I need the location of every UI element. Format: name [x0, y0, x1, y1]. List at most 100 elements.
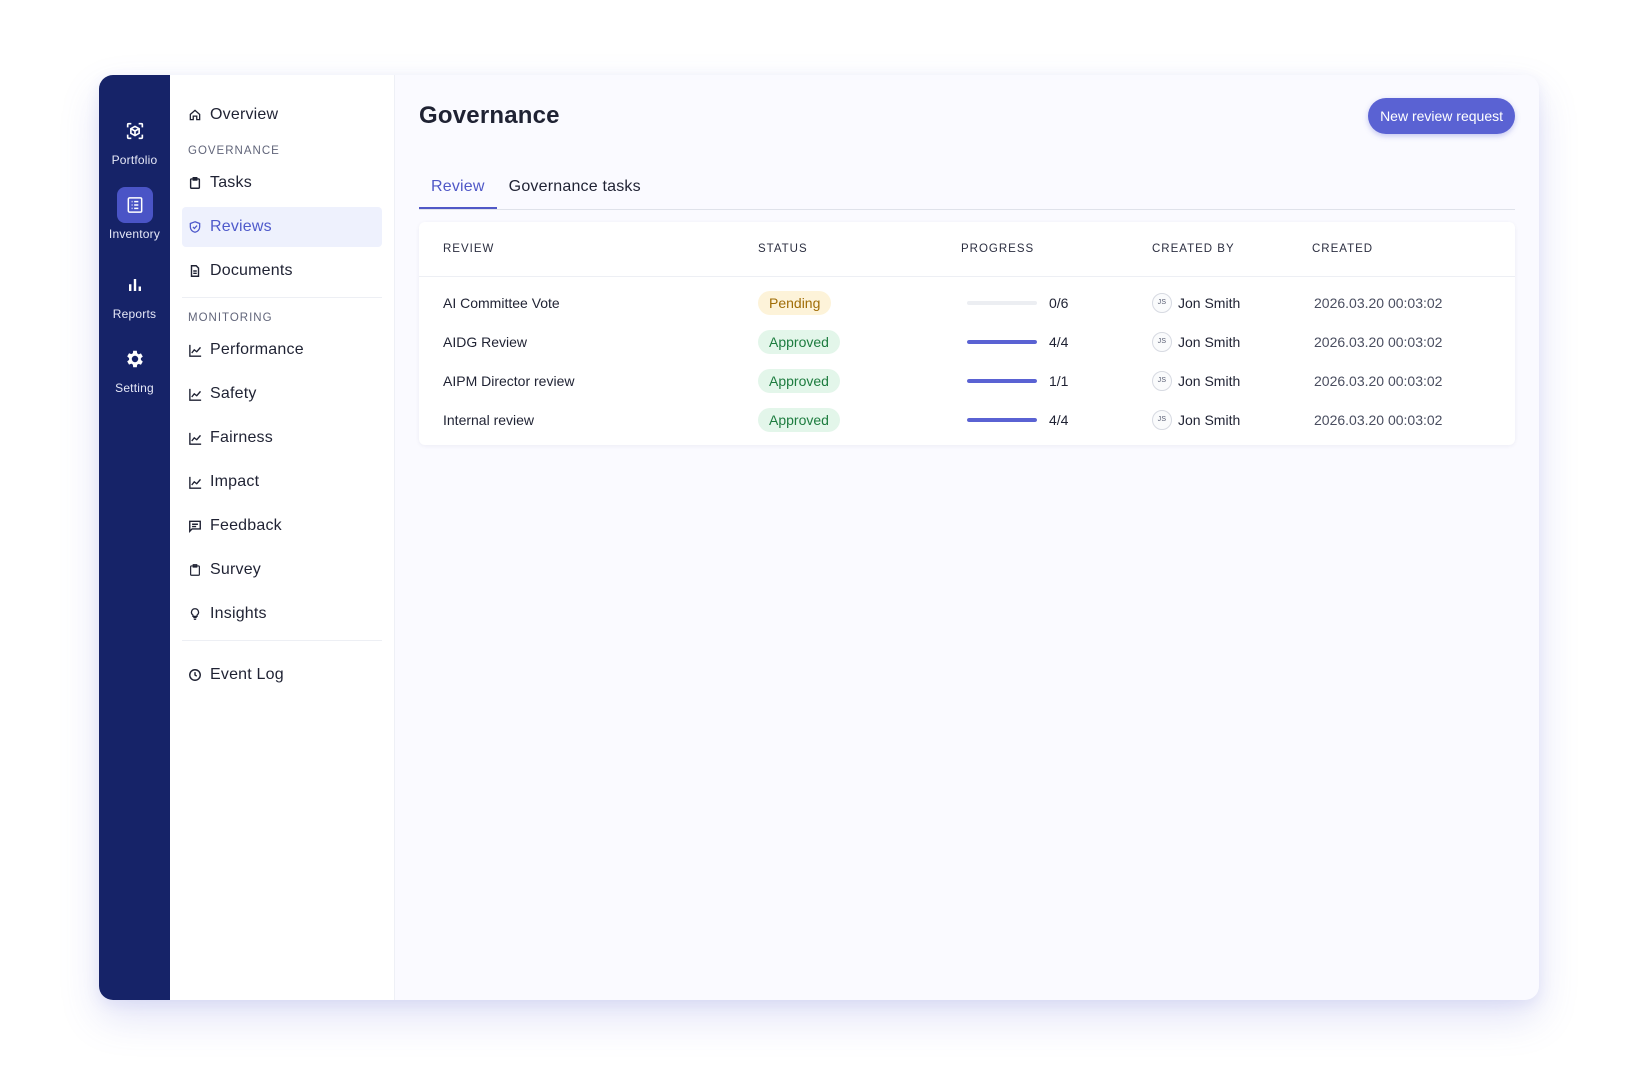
table-row[interactable]: AIPM Director review Approved 1/1 JS Jon…	[419, 361, 1515, 400]
created-timestamp: 2026.03.20 00:03:02	[1314, 333, 1443, 350]
nav-label-reviews: Reviews	[210, 218, 272, 235]
nav-label-tasks: Tasks	[210, 174, 252, 191]
nav-label-safety: Safety	[210, 385, 257, 402]
new-review-request-button[interactable]: New review request	[1368, 98, 1515, 134]
avatar: JS	[1152, 409, 1172, 430]
nav-item-impact[interactable]: Impact	[182, 462, 382, 502]
secondary-nav: Overview GOVERNANCE Tasks Reviews Docume…	[170, 75, 395, 1000]
rail-item-reports[interactable]: Reports	[99, 267, 170, 321]
reviews-table: REVIEW STATUS PROGRESS CREATED BY CREATE…	[419, 222, 1515, 445]
clock-icon	[188, 668, 210, 682]
line-chart-icon	[188, 343, 210, 358]
bar-chart-icon	[117, 267, 153, 303]
tab-review[interactable]: Review	[419, 168, 497, 209]
rail-label-setting: Setting	[115, 381, 154, 395]
nav-item-feedback[interactable]: Feedback	[182, 506, 382, 546]
progress-text: 4/4	[1049, 333, 1069, 350]
avatar: JS	[1152, 370, 1172, 391]
inventory-icon	[116, 187, 153, 223]
portfolio-icon	[117, 113, 153, 149]
nav-divider	[182, 297, 382, 298]
progress-bar	[967, 300, 1037, 305]
created-by-cell: JS Jon Smith	[1152, 292, 1312, 313]
rail-item-inventory[interactable]: Inventory	[99, 187, 170, 241]
table-row[interactable]: Internal review Approved 4/4 JS Jon Smit…	[419, 400, 1515, 439]
progress-bar	[967, 417, 1037, 422]
progress-bar	[967, 339, 1037, 344]
nav-label-insights: Insights	[210, 605, 267, 622]
review-name[interactable]: AIPM Director review	[443, 373, 758, 389]
nav-item-tasks[interactable]: Tasks	[182, 163, 382, 203]
created-timestamp: 2026.03.20 00:03:02	[1314, 294, 1443, 311]
created-timestamp: 2026.03.20 00:03:02	[1314, 372, 1443, 389]
line-chart-icon	[188, 431, 210, 446]
survey-clipboard-icon	[188, 563, 210, 577]
rail-label-inventory: Inventory	[108, 227, 161, 241]
rail-item-setting[interactable]: Setting	[99, 341, 170, 395]
column-header-created-by[interactable]: CREATED BY	[1152, 243, 1312, 255]
nav-label-survey: Survey	[210, 561, 261, 578]
home-icon	[188, 108, 210, 122]
status-badge: Approved	[758, 407, 840, 432]
created-by-name: Jon Smith	[1178, 333, 1241, 350]
status-badge: Approved	[758, 329, 840, 354]
line-chart-icon	[188, 387, 210, 402]
progress-cell: 0/6	[961, 295, 1152, 311]
review-name[interactable]: AIDG Review	[443, 334, 758, 350]
progress-cell: 1/1	[961, 373, 1152, 389]
progress-text: 0/6	[1049, 294, 1069, 311]
nav-label-overview: Overview	[210, 106, 279, 123]
nav-label-documents: Documents	[210, 262, 293, 279]
created-timestamp: 2026.03.20 00:03:02	[1314, 411, 1443, 428]
page-title: Governance	[419, 102, 560, 129]
created-by-cell: JS Jon Smith	[1152, 409, 1312, 430]
column-header-progress[interactable]: PROGRESS	[961, 243, 1152, 255]
nav-divider	[182, 640, 382, 641]
progress-cell: 4/4	[961, 334, 1152, 350]
status-badge: Pending	[758, 290, 832, 315]
nav-item-safety[interactable]: Safety	[182, 374, 382, 414]
table-row[interactable]: AIDG Review Approved 4/4 JS Jon Smith 20…	[419, 322, 1515, 361]
column-header-review[interactable]: REVIEW	[443, 243, 758, 255]
nav-item-reviews[interactable]: Reviews	[182, 207, 382, 247]
nav-label-fairness: Fairness	[210, 429, 273, 446]
review-name[interactable]: AI Committee Vote	[443, 295, 758, 311]
created-by-name: Jon Smith	[1178, 294, 1241, 311]
nav-label-performance: Performance	[210, 341, 304, 358]
nav-item-insights[interactable]: Insights	[182, 594, 382, 634]
line-chart-icon	[188, 475, 210, 490]
avatar: JS	[1152, 331, 1172, 352]
main-content: Governance New review request Review Gov…	[395, 75, 1539, 1000]
table-body: AI Committee Vote Pending 0/6 JS Jon Smi…	[419, 277, 1515, 445]
rail-item-portfolio[interactable]: Portfolio	[99, 113, 170, 167]
table-row[interactable]: AI Committee Vote Pending 0/6 JS Jon Smi…	[419, 283, 1515, 322]
created-by-name: Jon Smith	[1178, 411, 1241, 428]
nav-item-fairness[interactable]: Fairness	[182, 418, 382, 458]
progress-fill	[967, 378, 1037, 383]
app-window: Portfolio Inventory Reports Setting Over…	[99, 75, 1539, 1000]
gear-icon	[117, 341, 153, 377]
lightbulb-icon	[188, 607, 210, 621]
tab-governance-tasks[interactable]: Governance tasks	[497, 168, 653, 209]
created-by-name: Jon Smith	[1178, 372, 1241, 389]
feedback-icon	[188, 519, 210, 533]
nav-item-event-log[interactable]: Event Log	[182, 655, 382, 695]
progress-cell: 4/4	[961, 412, 1152, 428]
nav-item-documents[interactable]: Documents	[182, 251, 382, 291]
column-header-created[interactable]: CREATED	[1312, 243, 1515, 255]
progress-fill	[967, 339, 1037, 344]
table-header: REVIEW STATUS PROGRESS CREATED BY CREATE…	[419, 222, 1515, 277]
nav-label-feedback: Feedback	[210, 517, 282, 534]
nav-section-monitoring: MONITORING	[188, 312, 273, 324]
tab-bar: Review Governance tasks	[419, 168, 1515, 210]
nav-item-survey[interactable]: Survey	[182, 550, 382, 590]
rail-label-portfolio: Portfolio	[111, 153, 158, 167]
nav-label-impact: Impact	[210, 473, 260, 490]
nav-label-event-log: Event Log	[210, 666, 284, 683]
nav-item-overview[interactable]: Overview	[182, 95, 382, 135]
column-header-status[interactable]: STATUS	[758, 243, 961, 255]
rail-label-reports: Reports	[112, 307, 157, 321]
nav-item-performance[interactable]: Performance	[182, 330, 382, 370]
status-badge: Approved	[758, 368, 840, 393]
review-name[interactable]: Internal review	[443, 412, 758, 428]
